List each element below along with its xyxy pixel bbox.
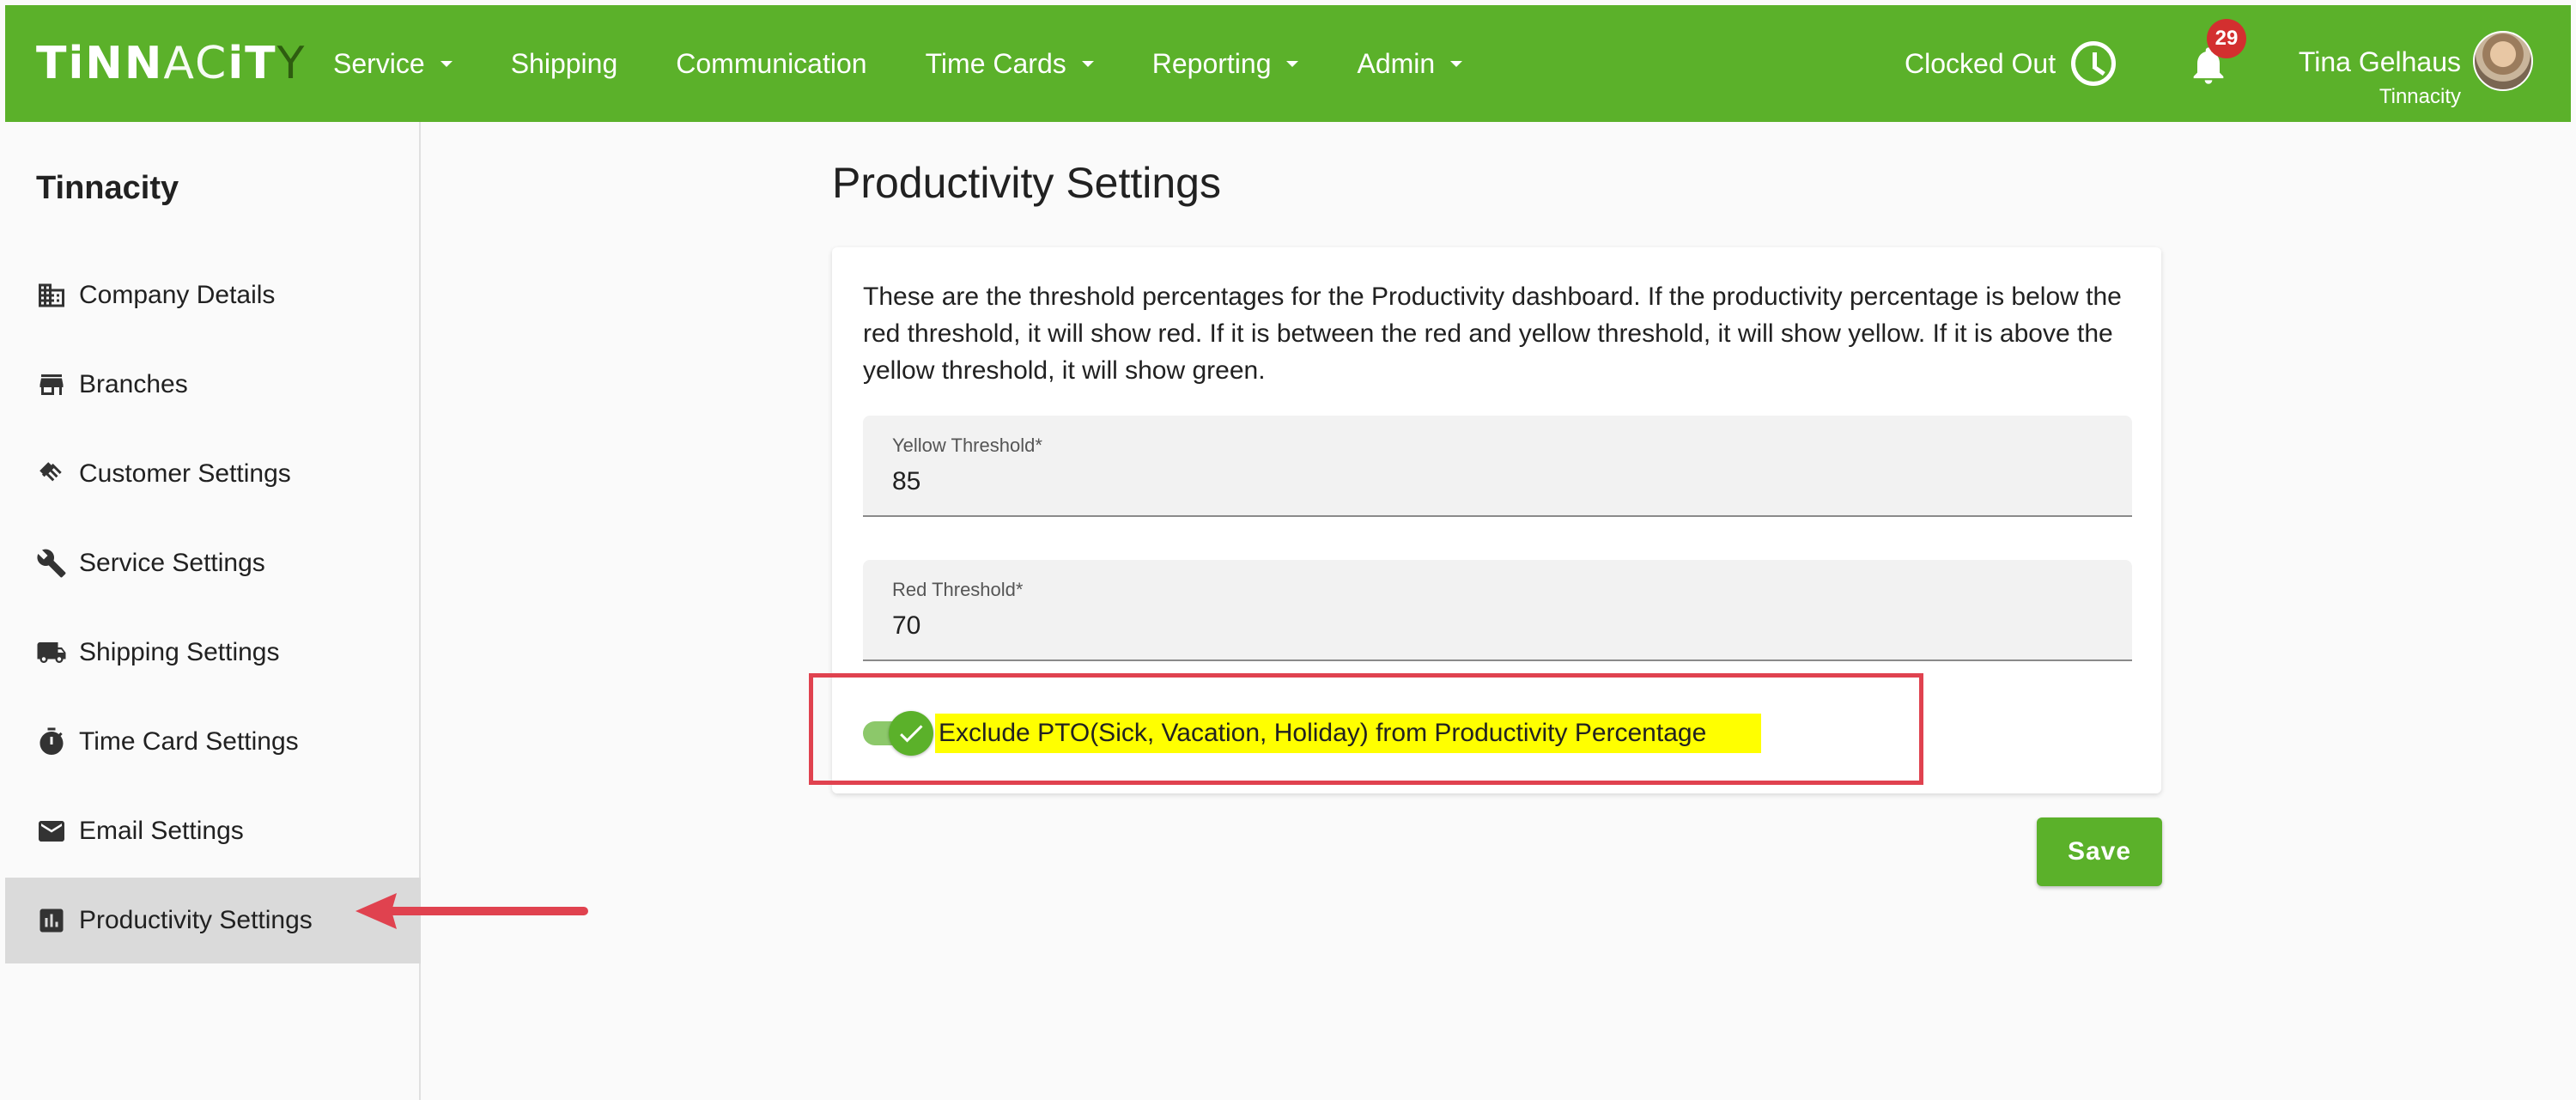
sidebar-item-company-details[interactable]: Company Details [5, 252, 421, 338]
user-name: Tina Gelhaus [2298, 46, 2461, 77]
sidebar-item-label: Customer Settings [79, 459, 291, 488]
yellow-threshold-input[interactable]: 85 [892, 467, 920, 496]
red-threshold-field[interactable]: Red Threshold* 70 [863, 560, 2132, 661]
sidebar-item-customer-settings[interactable]: Customer Settings [5, 431, 421, 517]
nav-shipping[interactable]: Shipping [511, 48, 618, 80]
red-threshold-label: Red Threshold* [892, 579, 1024, 600]
main-nav: Service Shipping Communication Time Card… [333, 5, 1521, 122]
building-icon [39, 283, 64, 307]
settings-sidebar: Tinnacity Company Details Branches Custo… [5, 122, 421, 1100]
store-icon [39, 374, 64, 395]
avatar[interactable] [2473, 31, 2533, 91]
nav-admin-label: Admin [1357, 47, 1436, 79]
nav-reporting[interactable]: Reporting [1152, 48, 1299, 80]
clock-icon [2071, 41, 2117, 86]
stopwatch-icon [39, 727, 64, 755]
bar-chart-icon [39, 909, 64, 933]
annotation-highlight-box [809, 673, 1923, 785]
caret-down-icon [1286, 60, 1299, 67]
nav-admin[interactable]: Admin [1357, 47, 1463, 80]
notification-badge: 29 [2207, 19, 2246, 58]
sidebar-item-shipping-settings[interactable]: Shipping Settings [5, 610, 421, 696]
handshake-icon [39, 462, 62, 482]
app-frame: TiNN AC iT Y Service Shipping Communication… [5, 5, 2571, 1100]
sidebar-item-time-card-settings[interactable]: Time Card Settings [5, 699, 421, 785]
nav-service-label: Service [333, 47, 425, 79]
logo-part-1: TiNN [36, 38, 164, 89]
user-menu[interactable]: Tina Gelhaus Tinnacity [2289, 46, 2461, 109]
nav-shipping-label: Shipping [510, 47, 618, 79]
sidebar-item-label: Productivity Settings [79, 906, 313, 934]
red-threshold-input[interactable]: 70 [892, 611, 920, 641]
tinnacity-logo[interactable]: TiNN AC iT Y [36, 38, 307, 89]
sidebar-item-label: Company Details [79, 281, 276, 309]
yellow-threshold-label: Yellow Threshold* [892, 435, 1042, 456]
page-title: Productivity Settings [832, 159, 1221, 207]
sidebar-item-branches[interactable]: Branches [5, 342, 421, 428]
save-button[interactable]: Save [2037, 817, 2162, 886]
truck-icon [37, 642, 66, 663]
logo-part-4: Y [276, 38, 307, 89]
nav-time-cards[interactable]: Time Cards [926, 48, 1094, 80]
nav-reporting-label: Reporting [1151, 47, 1272, 79]
nav-time-cards-label: Time Cards [925, 47, 1066, 79]
threshold-description: These are the threshold percentages for … [863, 283, 2122, 385]
logo-part-3: iT [228, 38, 277, 89]
clock-status-button[interactable]: Clocked Out [1905, 40, 2117, 88]
sidebar-item-label: Email Settings [79, 817, 244, 845]
annotation-arrow-icon [355, 893, 588, 929]
sidebar-item-label: Branches [79, 370, 188, 398]
yellow-threshold-field[interactable]: Yellow Threshold* 85 [863, 416, 2132, 517]
logo-part-2: AC [163, 38, 228, 89]
sidebar-item-label: Service Settings [79, 549, 265, 577]
caret-down-icon [1081, 60, 1094, 67]
sidebar-item-service-settings[interactable]: Service Settings [5, 520, 421, 606]
sidebar-title: Tinnacity [36, 170, 179, 206]
sidebar-item-label: Time Card Settings [79, 727, 299, 756]
clock-status-label: Clocked Out [1905, 47, 2057, 79]
nav-service[interactable]: Service [333, 48, 453, 80]
user-org: Tinnacity [2379, 85, 2461, 108]
nav-communication-label: Communication [676, 47, 867, 79]
sidebar-item-label: Shipping Settings [79, 638, 280, 666]
mail-icon [39, 821, 64, 842]
caret-down-icon [1450, 60, 1463, 67]
sidebar-item-email-settings[interactable]: Email Settings [5, 788, 421, 874]
wrench-icon [37, 549, 66, 578]
nav-communication[interactable]: Communication [676, 48, 866, 80]
caret-down-icon [440, 60, 453, 67]
top-navigation-bar: TiNN AC iT Y Service Shipping Communication… [5, 5, 2571, 122]
